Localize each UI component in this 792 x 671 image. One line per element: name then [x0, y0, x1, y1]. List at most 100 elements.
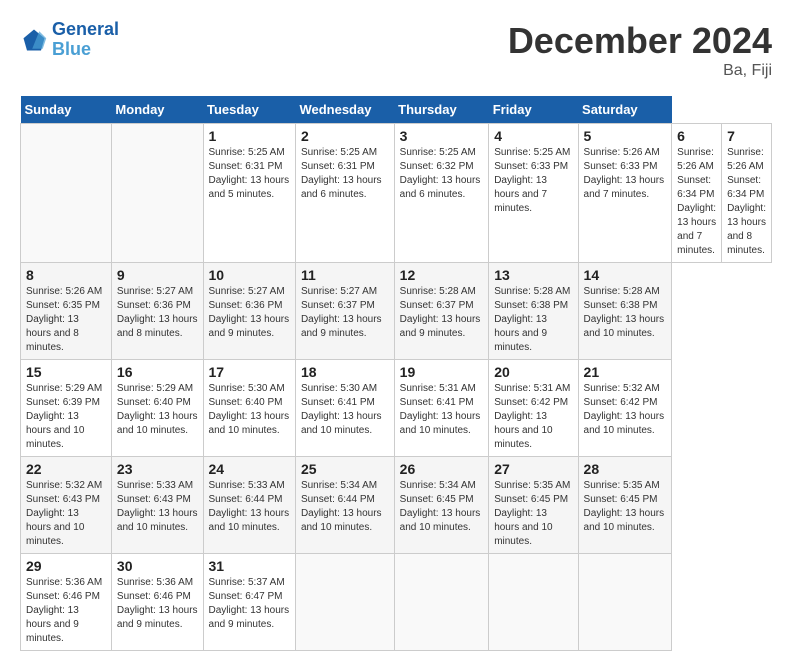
calendar-week-5: 29Sunrise: 5:36 AMSunset: 6:46 PMDayligh…	[21, 554, 772, 651]
day-number: 16	[117, 364, 198, 380]
day-info: Sunrise: 5:25 AMSunset: 6:31 PMDaylight:…	[301, 146, 389, 202]
day-info: Sunrise: 5:30 AMSunset: 6:40 PMDaylight:…	[209, 382, 290, 438]
weekday-header-wednesday: Wednesday	[295, 96, 394, 124]
day-info: Sunrise: 5:33 AMSunset: 6:43 PMDaylight:…	[117, 479, 198, 535]
calendar-cell: 12 Sunrise: 5:28 AMSunset: 6:37 PMDayligh…	[394, 263, 489, 360]
day-info: Sunrise: 5:36 AMSunset: 6:46 PMDaylight:…	[117, 576, 198, 632]
day-number: 4	[494, 128, 572, 144]
day-number: 18	[301, 364, 389, 380]
day-number: 19	[400, 364, 484, 380]
calendar-cell: 16Sunrise: 5:29 AMSunset: 6:40 PMDayligh…	[111, 360, 203, 457]
location: Ba, Fiji	[508, 62, 772, 80]
day-number: 13	[494, 267, 572, 283]
day-info: Sunrise: 5:30 AMSunset: 6:41 PMDaylight:…	[301, 382, 389, 438]
weekday-header-row: SundayMondayTuesdayWednesdayThursdayFrid…	[21, 96, 772, 124]
calendar-cell: 30Sunrise: 5:36 AMSunset: 6:46 PMDayligh…	[111, 554, 203, 651]
day-number: 21	[584, 364, 667, 380]
day-info: Sunrise: 5:25 AMSunset: 6:33 PMDaylight:…	[494, 146, 572, 216]
day-info: Sunrise: 5:37 AMSunset: 6:47 PMDaylight:…	[209, 576, 290, 632]
calendar-week-1: 1 Sunrise: 5:25 AMSunset: 6:31 PMDaylight…	[21, 124, 772, 263]
day-number: 25	[301, 461, 389, 477]
weekday-header-tuesday: Tuesday	[203, 96, 295, 124]
calendar-cell	[295, 554, 394, 651]
calendar-cell: 17 Sunrise: 5:30 AMSunset: 6:40 PMDayligh…	[203, 360, 295, 457]
day-info: Sunrise: 5:34 AMSunset: 6:44 PMDaylight:…	[301, 479, 389, 535]
logo-icon	[20, 26, 48, 54]
day-number: 2	[301, 128, 389, 144]
day-info: Sunrise: 5:32 AMSunset: 6:43 PMDaylight:…	[26, 479, 106, 549]
calendar-cell: 1Sunrise: 5:25 AMSunset: 6:31 PMDaylight…	[203, 124, 295, 263]
calendar-table: SundayMondayTuesdayWednesdayThursdayFrid…	[20, 96, 772, 651]
day-info: Sunrise: 5:31 AMSunset: 6:42 PMDaylight:…	[494, 382, 572, 452]
calendar-cell	[578, 554, 672, 651]
calendar-cell: 5 Sunrise: 5:26 AMSunset: 6:33 PMDaylight…	[578, 124, 672, 263]
day-number: 7	[727, 128, 766, 144]
day-number: 27	[494, 461, 572, 477]
calendar-cell	[21, 124, 112, 263]
weekday-header-monday: Monday	[111, 96, 203, 124]
calendar-cell: 9 Sunrise: 5:27 AMSunset: 6:36 PMDaylight…	[111, 263, 203, 360]
day-info: Sunrise: 5:28 AMSunset: 6:38 PMDaylight:…	[584, 285, 667, 341]
weekday-header-friday: Friday	[489, 96, 578, 124]
day-info: Sunrise: 5:26 AMSunset: 6:34 PMDaylight:…	[727, 146, 766, 258]
calendar-cell: 25 Sunrise: 5:34 AMSunset: 6:44 PMDayligh…	[295, 457, 394, 554]
day-number: 24	[209, 461, 290, 477]
day-info: Sunrise: 5:28 AMSunset: 6:37 PMDaylight:…	[400, 285, 484, 341]
logo-text: General Blue	[52, 20, 119, 60]
day-number: 17	[209, 364, 290, 380]
day-info: Sunrise: 5:27 AMSunset: 6:36 PMDaylight:…	[117, 285, 198, 341]
calendar-cell: 13 Sunrise: 5:28 AMSunset: 6:38 PMDayligh…	[489, 263, 578, 360]
calendar-cell: 18 Sunrise: 5:30 AMSunset: 6:41 PMDayligh…	[295, 360, 394, 457]
day-info: Sunrise: 5:35 AMSunset: 6:45 PMDaylight:…	[494, 479, 572, 549]
calendar-cell: 31Sunrise: 5:37 AMSunset: 6:47 PMDayligh…	[203, 554, 295, 651]
calendar-cell: 7 Sunrise: 5:26 AMSunset: 6:34 PMDaylight…	[722, 124, 772, 263]
calendar-cell: 2 Sunrise: 5:25 AMSunset: 6:31 PMDaylight…	[295, 124, 394, 263]
day-info: Sunrise: 5:28 AMSunset: 6:38 PMDaylight:…	[494, 285, 572, 355]
calendar-cell: 23 Sunrise: 5:33 AMSunset: 6:43 PMDayligh…	[111, 457, 203, 554]
calendar-cell: 10Sunrise: 5:27 AMSunset: 6:36 PMDayligh…	[203, 263, 295, 360]
day-info: Sunrise: 5:36 AMSunset: 6:46 PMDaylight:…	[26, 576, 106, 646]
day-number: 22	[26, 461, 106, 477]
page-header: General Blue December 2024 Ba, Fiji	[20, 20, 772, 80]
day-number: 6	[677, 128, 716, 144]
day-number: 12	[400, 267, 484, 283]
calendar-cell: 27 Sunrise: 5:35 AMSunset: 6:45 PMDayligh…	[489, 457, 578, 554]
calendar-cell: 3Sunrise: 5:25 AMSunset: 6:32 PMDaylight…	[394, 124, 489, 263]
calendar-cell: 26 Sunrise: 5:34 AMSunset: 6:45 PMDayligh…	[394, 457, 489, 554]
day-number: 20	[494, 364, 572, 380]
calendar-cell: 21Sunrise: 5:32 AMSunset: 6:42 PMDayligh…	[578, 360, 672, 457]
calendar-cell	[489, 554, 578, 651]
day-number: 1	[209, 128, 290, 144]
calendar-cell: 11Sunrise: 5:27 AMSunset: 6:37 PMDayligh…	[295, 263, 394, 360]
day-number: 23	[117, 461, 198, 477]
day-number: 28	[584, 461, 667, 477]
day-info: Sunrise: 5:27 AMSunset: 6:37 PMDaylight:…	[301, 285, 389, 341]
calendar-week-4: 22 Sunrise: 5:32 AMSunset: 6:43 PMDayligh…	[21, 457, 772, 554]
weekday-header-saturday: Saturday	[578, 96, 672, 124]
day-number: 3	[400, 128, 484, 144]
weekday-header-sunday: Sunday	[21, 96, 112, 124]
calendar-week-2: 8Sunrise: 5:26 AMSunset: 6:35 PMDaylight…	[21, 263, 772, 360]
calendar-cell: 8Sunrise: 5:26 AMSunset: 6:35 PMDaylight…	[21, 263, 112, 360]
day-number: 5	[584, 128, 667, 144]
calendar-cell	[111, 124, 203, 263]
day-number: 9	[117, 267, 198, 283]
calendar-week-3: 15Sunrise: 5:29 AMSunset: 6:39 PMDayligh…	[21, 360, 772, 457]
day-info: Sunrise: 5:35 AMSunset: 6:45 PMDaylight:…	[584, 479, 667, 535]
day-number: 26	[400, 461, 484, 477]
calendar-cell	[394, 554, 489, 651]
calendar-cell: 6 Sunrise: 5:26 AMSunset: 6:34 PMDaylight…	[672, 124, 722, 263]
day-info: Sunrise: 5:26 AMSunset: 6:33 PMDaylight:…	[584, 146, 667, 202]
day-info: Sunrise: 5:33 AMSunset: 6:44 PMDaylight:…	[209, 479, 290, 535]
day-number: 15	[26, 364, 106, 380]
calendar-cell: 4 Sunrise: 5:25 AMSunset: 6:33 PMDaylight…	[489, 124, 578, 263]
month-title: December 2024	[508, 20, 772, 62]
title-block: December 2024 Ba, Fiji	[508, 20, 772, 80]
day-info: Sunrise: 5:26 AMSunset: 6:35 PMDaylight:…	[26, 285, 106, 355]
calendar-cell: 28 Sunrise: 5:35 AMSunset: 6:45 PMDayligh…	[578, 457, 672, 554]
day-info: Sunrise: 5:34 AMSunset: 6:45 PMDaylight:…	[400, 479, 484, 535]
day-info: Sunrise: 5:26 AMSunset: 6:34 PMDaylight:…	[677, 146, 716, 258]
calendar-cell: 22 Sunrise: 5:32 AMSunset: 6:43 PMDayligh…	[21, 457, 112, 554]
calendar-cell: 20 Sunrise: 5:31 AMSunset: 6:42 PMDayligh…	[489, 360, 578, 457]
calendar-cell: 19Sunrise: 5:31 AMSunset: 6:41 PMDayligh…	[394, 360, 489, 457]
